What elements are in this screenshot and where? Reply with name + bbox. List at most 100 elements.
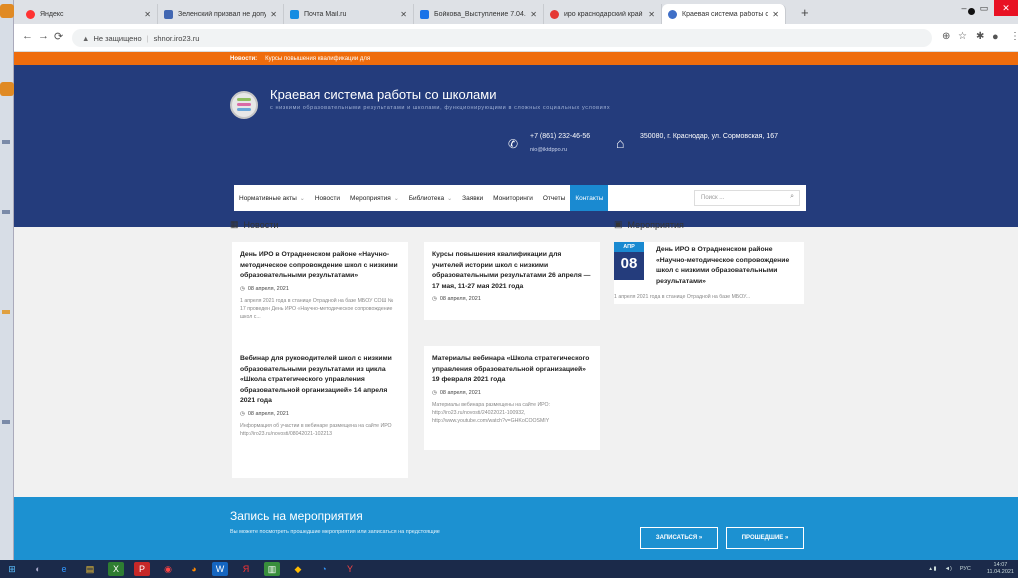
divider	[2, 210, 10, 214]
news-title[interactable]: Материалы вебинара «Школа стратегическог…	[432, 354, 592, 386]
tab-label: Бойкова_Выступление 7.04.202	[434, 10, 526, 18]
menu-label: Заявки	[462, 194, 484, 202]
email-link[interactable]: nio@iktdppo.ru	[530, 147, 567, 153]
word-icon[interactable]: W	[212, 562, 228, 576]
close-icon[interactable]: ✕	[144, 10, 151, 19]
close-icon[interactable]: ✕	[530, 10, 537, 19]
close-icon[interactable]: ✕	[772, 10, 779, 19]
menu-item-monitoring[interactable]: Мониторинги	[488, 185, 538, 211]
news-ticker: Новости: Курсы повышения квалификации дл…	[14, 52, 1018, 65]
menu-item-normative[interactable]: Нормативные акты ⌄	[234, 185, 310, 211]
news-title[interactable]: День ИРО в Отрадненском районе «Научно-м…	[240, 250, 400, 282]
language-indicator[interactable]: РУС	[960, 566, 971, 572]
extensions-icon[interactable]: ✱	[976, 31, 984, 42]
back-icon[interactable]: ←	[22, 30, 33, 42]
search-icon[interactable]: ⌕	[790, 193, 794, 201]
events-heading-label: Мероприятия	[627, 219, 684, 230]
news-title[interactable]: Вебинар для руководителей школ с низкими…	[240, 354, 400, 407]
news-card[interactable]: Вебинар для руководителей школ с низкими…	[232, 346, 408, 478]
windows-taskbar: ⊞ ◐ e ▤ X P ◉ ◕ W Я ▥ ◆ ◔ Y ▴ ▮ ◄) РУС 1…	[0, 560, 1018, 578]
ie-icon[interactable]: e	[56, 562, 72, 576]
browser-tab-active[interactable]: Краевая система работы со ш ✕	[662, 4, 786, 24]
menu-label: Контакты	[575, 194, 604, 202]
mail-icon	[290, 9, 299, 19]
divider	[2, 310, 10, 314]
document-icon	[420, 9, 429, 19]
spreadsheet-icon[interactable]: X	[108, 562, 124, 576]
browser-tab[interactable]: Почта Mail.ru ✕	[284, 4, 414, 24]
news-excerpt: Материалы вебинара размещены на сайте ИР…	[432, 401, 551, 424]
new-tab-button[interactable]: +	[801, 5, 809, 20]
news-title[interactable]: Курсы повышения квалификации для учителе…	[432, 250, 592, 292]
menu-item-reports[interactable]: Отчеты	[538, 185, 570, 211]
clock-icon: ◷	[432, 296, 437, 302]
menu-dots-icon[interactable]: ⋮	[1010, 31, 1018, 42]
event-month: АПР	[614, 242, 644, 252]
menu-item-requests[interactable]: Заявки	[457, 185, 488, 211]
divider	[2, 140, 10, 144]
search-icon[interactable]: ◐	[30, 562, 46, 576]
media-icon[interactable]: ◆	[290, 562, 306, 576]
main-menu: Нормативные акты ⌄ Новости Мероприятия ⌄ Б…	[234, 185, 806, 211]
ticker-text[interactable]: Курсы повышения квалификации для	[265, 56, 370, 62]
search-input[interactable]: Поиск ... ⌕	[694, 190, 800, 206]
bookmark-star-icon[interactable]: ☆	[958, 31, 967, 42]
past-events-button[interactable]: ПРОШЕДШИЕ »	[726, 527, 804, 549]
app-icon	[0, 4, 14, 18]
calendar-icon: ▣	[614, 219, 623, 229]
site-logo[interactable]	[230, 91, 258, 119]
close-icon[interactable]: ✕	[648, 10, 655, 19]
close-icon[interactable]: ✕	[270, 10, 277, 19]
menu-item-news[interactable]: Новости	[310, 185, 345, 211]
zoom-icon[interactable]: ⊕	[942, 31, 950, 42]
start-icon[interactable]: ⊞	[4, 562, 20, 576]
signup-heading: Запись на мероприятия	[230, 509, 363, 523]
news-site-icon	[164, 9, 173, 19]
site-icon	[668, 9, 677, 19]
close-window-icon[interactable]: ✕	[994, 0, 1018, 16]
clock-icon: ◷	[240, 285, 245, 292]
browser-tab[interactable]: Яндекс ✕	[20, 4, 158, 24]
volume-icon[interactable]: ◄)	[945, 566, 952, 572]
chrome-icon[interactable]: ◉	[160, 562, 176, 576]
event-card[interactable]: АПР 08 День ИРО в Отрадненском районе «Н…	[614, 242, 804, 304]
address-text: 350080, г. Краснодар, ул. Сормовская, 16…	[640, 133, 779, 140]
browser-tab-bar: Яндекс ✕ Зеленский призвал не допуст ✕ П…	[14, 0, 1018, 24]
network-icon[interactable]: ▴ ▮	[929, 566, 936, 572]
menu-item-events[interactable]: Мероприятия ⌄	[345, 185, 404, 211]
news-excerpt: Информация об участии в вебинаре размеще…	[240, 422, 392, 437]
firefox-icon[interactable]: ◕	[186, 562, 202, 576]
news-card[interactable]: Материалы вебинара «Школа стратегическог…	[424, 346, 600, 450]
browser-icon[interactable]: ◔	[316, 562, 332, 576]
news-card[interactable]: День ИРО в Отрадненском районе «Научно-м…	[232, 242, 408, 346]
yandex-icon[interactable]: Y	[342, 562, 358, 576]
signup-button[interactable]: ЗАПИСАТЬСЯ »	[640, 527, 718, 549]
event-title[interactable]: День ИРО в Отрадненском районе «Научно-м…	[656, 245, 802, 287]
browser-tab[interactable]: иро краснодарский край офиц ✕	[544, 4, 662, 24]
signup-section: Запись на мероприятия Вы можете посмотре…	[14, 497, 1018, 560]
explorer-icon[interactable]: ▤	[82, 562, 98, 576]
menu-item-contacts[interactable]: Контакты	[570, 185, 609, 211]
menu-item-library[interactable]: Библиотека ⌄	[404, 185, 457, 211]
phone-icon: ✆	[508, 137, 519, 151]
forward-icon[interactable]: →	[38, 30, 49, 42]
site-header: Краевая система работы со школами с низк…	[14, 65, 1018, 227]
site-title[interactable]: Краевая система работы со школами	[270, 87, 496, 102]
tab-label: Зеленский призвал не допуст	[178, 10, 267, 18]
url-field[interactable]: ▲ Не защищено | shnor.iro23.ru	[72, 29, 932, 47]
calc-icon[interactable]: ▥	[264, 562, 280, 576]
news-card[interactable]: Курсы повышения квалификации для учителе…	[424, 242, 600, 320]
reload-icon[interactable]: ⟳	[54, 30, 63, 43]
browser-tab[interactable]: Бойкова_Выступление 7.04.202 ✕	[414, 4, 544, 24]
app-icon	[0, 82, 14, 96]
browser-tab[interactable]: Зеленский призвал не допуст ✕	[158, 4, 284, 24]
profile-icon[interactable]: ●	[992, 31, 999, 43]
presentation-icon[interactable]: P	[134, 562, 150, 576]
clock[interactable]: 14:07 11.04.2021	[979, 562, 1014, 576]
tab-label: иро краснодарский край офиц	[564, 10, 644, 18]
yandex-browser-icon[interactable]: Я	[238, 562, 254, 576]
menu-label: Библиотека	[408, 194, 445, 202]
close-icon[interactable]: ✕	[400, 10, 407, 19]
maximize-icon[interactable]: ▭	[974, 0, 994, 16]
minimize-icon[interactable]: –	[954, 0, 974, 16]
